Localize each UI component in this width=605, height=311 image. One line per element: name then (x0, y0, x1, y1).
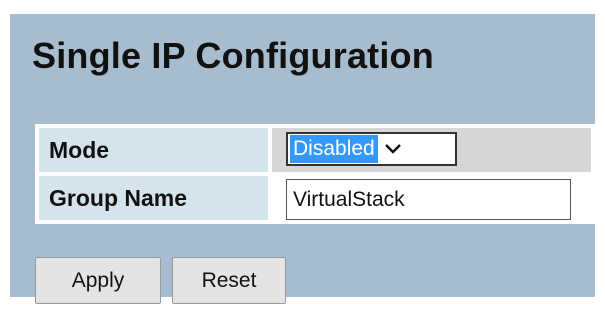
chevron-down-icon[interactable] (382, 138, 404, 160)
table-row: Group Name (39, 176, 591, 220)
page-title: Single IP Configuration (32, 35, 434, 76)
mode-label: Mode (39, 128, 268, 172)
apply-button[interactable]: Apply (35, 257, 161, 304)
group-name-input[interactable] (286, 179, 571, 220)
config-table: Mode Disabled Group Name (35, 124, 595, 224)
group-name-value-cell (272, 176, 591, 220)
config-panel: Single IP Configuration Mode Disabled Gr… (10, 14, 595, 304)
chevron-down-icon-glyph (384, 144, 401, 154)
mode-select[interactable]: Disabled (286, 132, 457, 166)
mode-value-cell: Disabled (272, 128, 591, 172)
mode-selected-value: Disabled (290, 135, 378, 163)
group-name-label: Group Name (39, 176, 268, 220)
reset-button[interactable]: Reset (172, 257, 286, 304)
table-row: Mode Disabled (39, 128, 591, 172)
